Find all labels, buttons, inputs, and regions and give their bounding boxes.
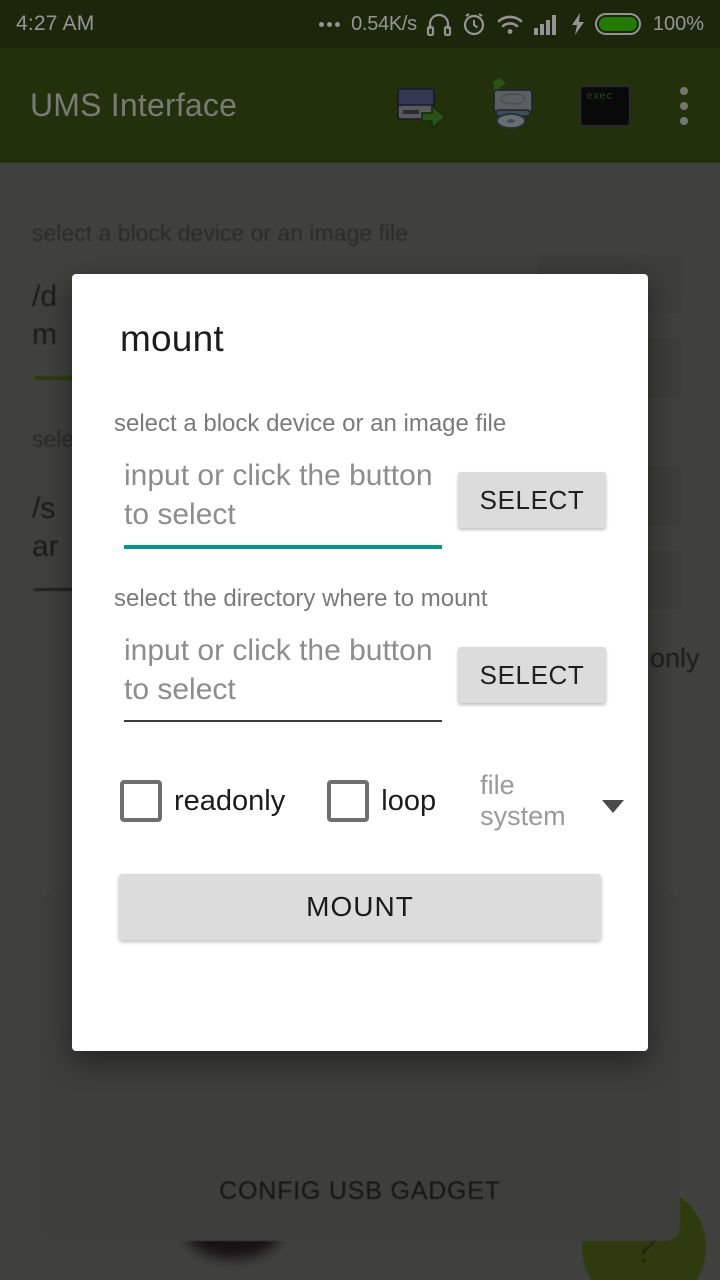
directory-input[interactable]: input or click the button to select [124,631,442,720]
filesystem-dropdown-label: file system [480,770,566,831]
checkbox-unchecked-icon [120,780,162,822]
filesystem-dropdown[interactable]: file system [480,770,624,832]
directory-select-button[interactable]: SELECT [458,647,606,703]
device-field-row: input or click the button to select SELE… [96,456,624,549]
readonly-checkbox[interactable]: readonly [120,780,285,822]
device-field-label: select a block device or an image file [114,410,507,437]
directory-input-wrap: input or click the button to select [124,631,442,722]
device-select-button[interactable]: SELECT [458,472,606,528]
dialog-title: mount [120,318,224,359]
mount-dialog: mount select a block device or an image … [72,274,648,1051]
mount-options-row: readonly loop file system [96,770,624,832]
device-input-wrap: input or click the button to select [124,456,442,549]
directory-input-underline [124,720,442,722]
chevron-down-icon [602,799,624,813]
device-input[interactable]: input or click the button to select [124,456,442,545]
directory-field-row: input or click the button to select SELE… [96,631,624,722]
mount-button[interactable]: MOUNT [119,874,601,940]
checkbox-unchecked-icon [327,780,370,822]
readonly-checkbox-label: readonly [174,784,286,817]
device-input-underline [124,545,442,549]
loop-checkbox-label: loop [381,784,437,817]
phone-screen: 4:27 AM 0.54K/s 100% UMS Interface exec … [0,0,720,1280]
directory-field-label: select the directory where to mount [114,585,488,612]
loop-checkbox[interactable]: loop [327,780,436,822]
